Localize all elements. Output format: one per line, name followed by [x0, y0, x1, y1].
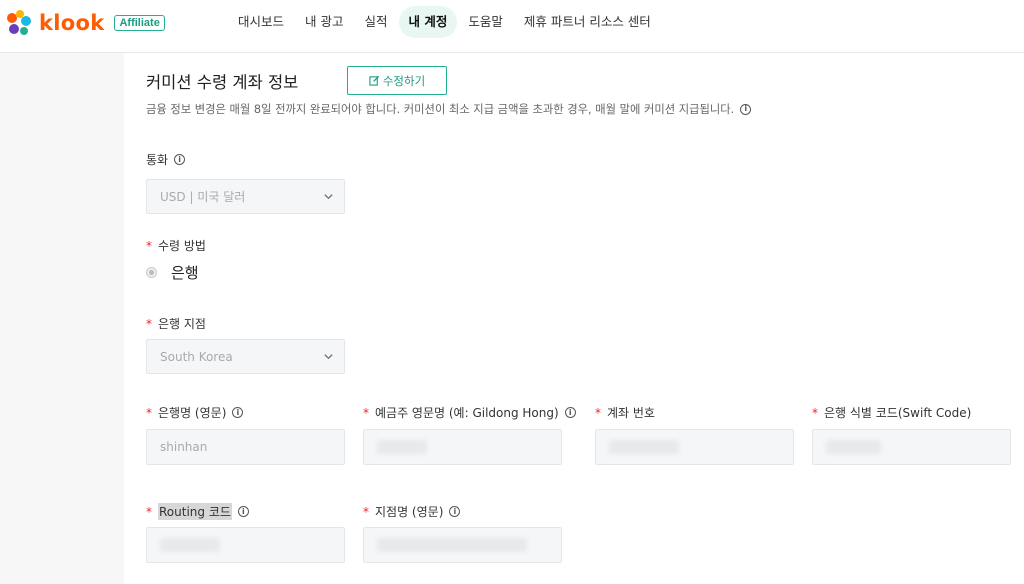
radio-icon[interactable] [146, 267, 157, 278]
nav-partner-resource-center[interactable]: 제휴 파트너 리소스 센터 [514, 6, 661, 38]
redacted-value [826, 440, 881, 454]
required-mark: * [595, 405, 601, 420]
edit-button-label: 수정하기 [382, 73, 426, 88]
routing-code-label-text: Routing 코드 [158, 503, 232, 520]
required-mark: * [363, 504, 369, 519]
bank-name-input[interactable]: shinhan [146, 429, 345, 465]
redacted-value [160, 538, 220, 552]
affiliate-badge: Affiliate [114, 15, 165, 31]
currency-label-text: 통화 [146, 153, 169, 167]
required-mark: * [146, 316, 152, 331]
nav-help[interactable]: 도움말 [458, 6, 513, 38]
info-icon[interactable]: i [740, 103, 752, 115]
currency-select[interactable]: USD | 미국 달러 [146, 179, 345, 214]
branch-name-input[interactable] [363, 527, 562, 563]
branch-name-label: * 지점명 (영문) i [363, 503, 461, 520]
currency-label: 통화 i [146, 151, 186, 168]
required-mark: * [146, 504, 152, 519]
bank-name-label-text: 은행명 (영문) [158, 406, 227, 420]
required-mark: * [146, 238, 152, 253]
routing-code-input[interactable] [146, 527, 345, 563]
method-label-text: 수령 방법 [158, 239, 206, 253]
redacted-value [377, 440, 427, 454]
swift-code-label: * 은행 식별 코드(Swift Code) [812, 404, 971, 421]
redacted-value [609, 440, 679, 454]
info-icon[interactable]: i [237, 506, 249, 517]
main-content [124, 53, 1024, 584]
bank-name-label: * 은행명 (영문) i [146, 404, 244, 421]
account-number-label: * 계좌 번호 [595, 404, 655, 421]
swift-code-input[interactable] [812, 429, 1011, 465]
klook-logo-icon [7, 10, 31, 35]
holder-name-label: * 예금주 영문명 (예: Gildong Hong) i [363, 404, 576, 421]
required-mark: * [363, 405, 369, 420]
holder-name-input[interactable] [363, 429, 562, 465]
sidebar [0, 53, 124, 584]
section-title: 커미션 수령 계좌 정보 [146, 73, 299, 92]
currency-value: USD | 미국 달러 [160, 190, 246, 204]
method-label: * 수령 방법 [146, 237, 206, 254]
redacted-value [377, 538, 527, 552]
nav-my-account[interactable]: 내 계정 [398, 6, 458, 38]
chevron-down-icon [324, 354, 333, 360]
routing-code-label: * Routing 코드 i [146, 503, 249, 520]
account-number-input[interactable] [595, 429, 794, 465]
account-number-label-text: 계좌 번호 [607, 406, 655, 420]
chevron-down-icon [324, 194, 333, 200]
edit-button[interactable]: 수정하기 [347, 66, 447, 95]
method-option-label: 은행 [171, 264, 199, 282]
required-mark: * [812, 405, 818, 420]
nav-my-ads[interactable]: 내 광고 [295, 6, 353, 38]
branch-value: South Korea [160, 349, 233, 364]
branch-label: * 은행 지점 [146, 315, 206, 332]
edit-icon [369, 75, 379, 86]
required-mark: * [146, 405, 152, 420]
info-icon[interactable]: i [174, 154, 186, 165]
top-bar: klook Affiliate 대시보드 내 광고 실적 내 계정 도움말 제휴… [0, 0, 1024, 53]
klook-logo[interactable]: klook Affiliate [4, 8, 165, 38]
payout-notice-text: 금융 정보 변경은 매월 8일 전까지 완료되어야 합니다. 커미션이 최소 지… [146, 103, 735, 116]
branch-select[interactable]: South Korea [146, 339, 345, 374]
info-icon[interactable]: i [232, 407, 244, 418]
swift-code-label-text: 은행 식별 코드(Swift Code) [824, 406, 972, 420]
nav-dashboard[interactable]: 대시보드 [228, 6, 294, 38]
info-icon[interactable]: i [564, 407, 576, 418]
holder-name-label-text: 예금주 영문명 (예: Gildong Hong) [375, 406, 559, 420]
nav-performance[interactable]: 실적 [355, 6, 398, 38]
bank-name-value: shinhan [160, 440, 208, 454]
method-bank-radio[interactable]: 은행 [146, 262, 199, 283]
info-icon[interactable]: i [449, 506, 461, 517]
branch-name-label-text: 지점명 (영문) [375, 505, 444, 519]
payout-notice: 금융 정보 변경은 매월 8일 전까지 완료되어야 합니다. 커미션이 최소 지… [146, 101, 752, 117]
branch-label-text: 은행 지점 [158, 317, 206, 331]
main-nav: 대시보드 내 광고 실적 내 계정 도움말 제휴 파트너 리소스 센터 [228, 6, 662, 38]
brand-name: klook [39, 11, 105, 35]
